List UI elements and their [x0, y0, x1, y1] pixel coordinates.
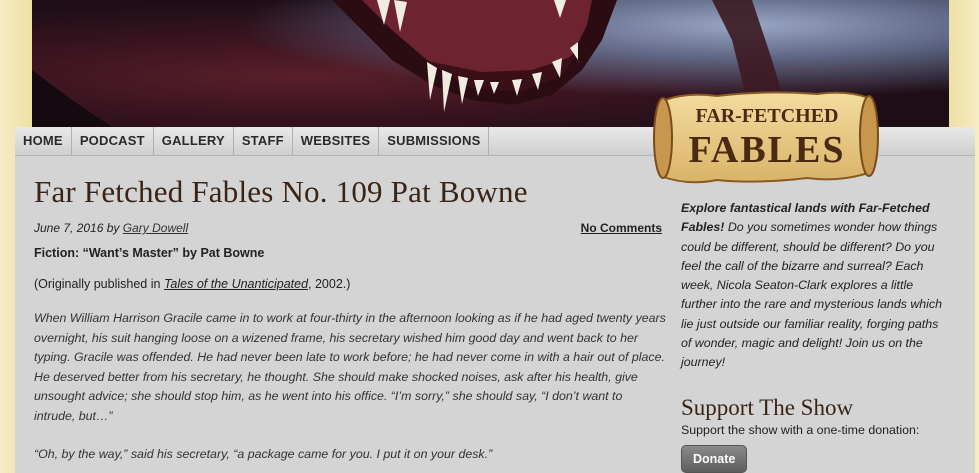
story-paragraph-1: When William Harrison Gracile came in to… — [34, 311, 666, 423]
post-title[interactable]: Far Fetched Fables No. 109 Pat Bowne — [34, 174, 666, 210]
nav-staff[interactable]: STAFF — [234, 127, 293, 155]
nav-podcast[interactable]: PODCAST — [72, 127, 154, 155]
orig-suffix: , 2002.) — [308, 277, 351, 291]
donate-button[interactable]: Donate — [681, 444, 748, 473]
nav-websites[interactable]: WEBSITES — [293, 127, 380, 155]
support-subtitle: Support the show with a one-time donatio… — [681, 422, 920, 437]
post-author-link[interactable]: Gary Dowell — [123, 221, 188, 235]
nav-gallery[interactable]: GALLERY — [154, 127, 234, 155]
post-date: June 7, 2016 — [34, 221, 104, 235]
comments-link[interactable]: No Comments — [581, 221, 662, 235]
orig-publication-link[interactable]: Tales of the Unanticipated — [164, 277, 308, 291]
sidebar-intro: Explore fantastical lands with Far-Fetch… — [681, 199, 951, 373]
sidebar: Explore fantastical lands with Far-Fetch… — [681, 199, 951, 473]
fiction-credit: Fiction: “Want’s Master” by Pat Bowne — [34, 246, 265, 260]
support-title: Support The Show — [681, 394, 854, 420]
post-main: Far Fetched Fables No. 109 Pat Bowne Jun… — [34, 170, 666, 464]
original-publication: (Originally published in Tales of the Un… — [34, 277, 666, 291]
logo-line1: FAR-FETCHED — [696, 105, 839, 127]
story-paragraph-2: “Oh, by the way,” said his secretary, “a… — [34, 446, 493, 461]
post-by: by — [106, 221, 120, 235]
orig-prefix: (Originally published in — [34, 277, 164, 291]
nav-submissions[interactable]: SUBMISSIONS — [379, 127, 490, 155]
nav-home[interactable]: HOME — [15, 127, 72, 155]
sidebar-intro-rest: Do you sometimes wonder how things could… — [681, 220, 943, 370]
site-logo[interactable]: FAR-FETCHED FABLES — [647, 86, 887, 196]
post-meta: June 7, 2016 by Gary Dowell No Comments — [34, 221, 666, 237]
logo-line2: FABLES — [688, 129, 845, 171]
